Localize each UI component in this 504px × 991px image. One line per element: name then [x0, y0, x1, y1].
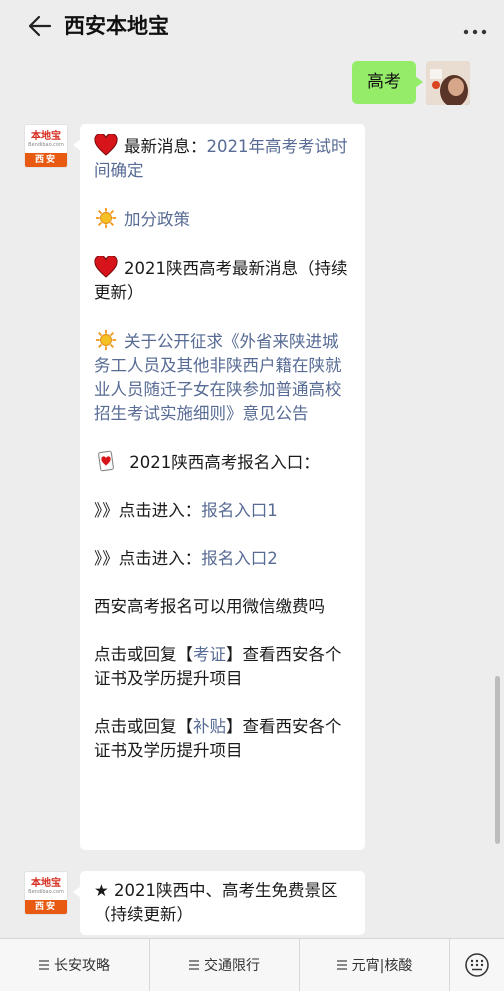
keyboard-toggle[interactable] — [450, 939, 504, 991]
scrollbar[interactable] — [495, 676, 500, 844]
latest-news-label: 最新消息： — [124, 137, 207, 156]
latest-news-text[interactable]: 2021陕西高考最新消息（持续更新） — [94, 259, 348, 302]
bot-avatar[interactable]: 本地宝 Bendibao.com 西安 — [24, 871, 68, 915]
menu-label: 元宵|核酸 — [351, 958, 413, 974]
heart-icon — [94, 256, 118, 278]
bot-brand-url: Bendibao.com — [28, 888, 64, 895]
menu-label: 长安攻略 — [54, 958, 110, 974]
bot-avatar[interactable]: 本地宝 Bendibao.com 西安 — [24, 124, 68, 168]
menu-list-icon — [189, 960, 199, 970]
free-scenic-text: ★ 2021陕西中、高考生免费景区（持续更新） — [94, 881, 338, 924]
outgoing-message[interactable]: 高考 — [352, 61, 423, 104]
notice-link[interactable]: 关于公开征求《外省来陕进城务工人员及其他非陕西户籍在陕就业人员随迁子女在陕参加普… — [94, 332, 342, 423]
bot-brand: 本地宝 — [31, 877, 61, 889]
bot-brand-url: Bendibao.com — [28, 141, 64, 148]
keyboard-icon — [465, 953, 489, 977]
bot-brand: 本地宝 — [31, 130, 61, 142]
registration-link-1[interactable]: 报名入口1 — [201, 501, 278, 520]
click-enter-prefix: 》》点击进入： — [94, 501, 202, 520]
sun-icon — [95, 329, 117, 351]
wechat-payment-text: 西安高考报名可以用微信缴费吗 — [94, 597, 325, 616]
bot-city: 西安 — [25, 900, 67, 914]
incoming-message[interactable]: ★ 2021陕西中、高考生免费景区（持续更新） — [73, 871, 365, 935]
reply-prefix: 点击或回复【 — [94, 717, 193, 736]
top-bar: 西安本地宝 — [0, 0, 504, 52]
incoming-message: 最新消息：2021年高考考试时间确定 加分政策 2021陕西高考最新消息（持续更… — [73, 124, 365, 850]
click-enter-prefix: 》》点击进入： — [94, 549, 202, 568]
menu-item-changan-guide[interactable]: 长安攻略 — [0, 939, 150, 991]
page-title: 西安本地宝 — [64, 14, 169, 38]
menu-item-lantern-nucleic[interactable]: 元宵|核酸 — [300, 939, 450, 991]
reply-prefix: 点击或回复【 — [94, 645, 193, 664]
back-arrow-icon[interactable] — [26, 12, 54, 40]
menu-list-icon — [336, 960, 347, 970]
registration-link-2[interactable]: 报名入口2 — [201, 549, 278, 568]
registration-entry-title: 2021陕西高考报名入口： — [124, 453, 320, 472]
subsidy-link[interactable]: 补贴 — [193, 717, 226, 736]
menu-label: 交通限行 — [204, 958, 260, 974]
bonus-policy-link[interactable]: 加分政策 — [124, 210, 190, 229]
user-avatar[interactable] — [426, 61, 470, 105]
bottom-menu: 长安攻略 交通限行 元宵|核酸 — [0, 938, 504, 991]
certificate-link[interactable]: 考证 — [193, 645, 226, 664]
more-options-icon[interactable] — [460, 14, 490, 38]
card-heart-icon — [98, 450, 114, 472]
heart-icon — [94, 134, 118, 156]
menu-list-icon — [39, 960, 49, 970]
menu-item-traffic[interactable]: 交通限行 — [150, 939, 300, 991]
sun-icon — [95, 207, 117, 229]
bot-city: 西安 — [25, 153, 67, 167]
